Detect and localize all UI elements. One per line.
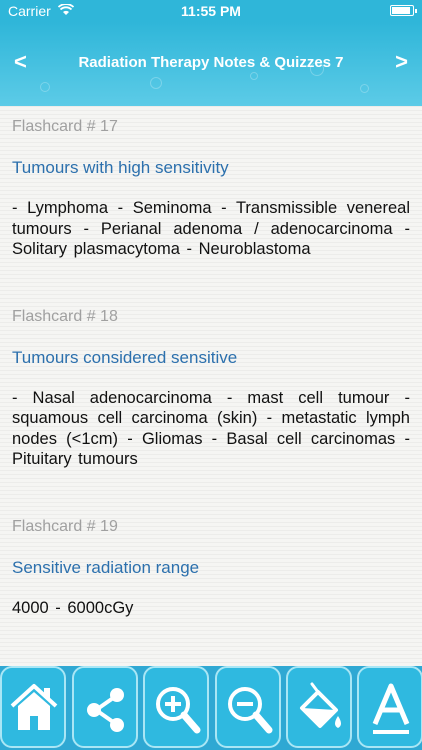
battery-icon — [390, 5, 417, 16]
paint-bucket-icon — [300, 682, 341, 728]
share-icon — [87, 688, 124, 732]
flashcard-heading: Tumours considered sensitive — [12, 347, 238, 367]
forward-button[interactable]: > — [395, 49, 408, 75]
flashcard: Flashcard # 18 Tumours considered sensit… — [0, 308, 422, 470]
theme-color-button[interactable] — [286, 666, 352, 748]
zoom-in-button[interactable] — [143, 666, 209, 748]
zoom-out-icon — [228, 687, 273, 734]
status-time: 11:55 PM — [181, 3, 241, 19]
flashcard-body: - Nasal adenocarcinoma - mast cell tumou… — [12, 388, 410, 469]
page-title: Radiation Therapy Notes & Quizzes 7 — [78, 54, 344, 71]
zoom-in-icon — [156, 687, 201, 734]
flashcard-body: 4000 - 6000cGy — [12, 598, 134, 617]
status-bar: Carrier 11:55 PM — [0, 0, 422, 22]
font-size-button[interactable] — [357, 666, 422, 748]
flashcard-number: Flashcard # 17 — [12, 118, 118, 135]
home-button[interactable] — [0, 666, 66, 748]
share-button[interactable] — [72, 666, 138, 748]
font-icon — [372, 683, 410, 734]
zoom-out-button[interactable] — [215, 666, 281, 748]
flashcard-number: Flashcard # 18 — [12, 307, 118, 325]
flashcard-list[interactable]: Flashcard # 17 Tumours with high sensiti… — [0, 106, 422, 666]
navigation-bar: < Radiation Therapy Notes & Quizzes 7 > — [0, 22, 422, 106]
flashcard: Flashcard # 17 Tumours with high sensiti… — [0, 118, 422, 260]
flashcard-heading: Tumours with high sensitivity — [12, 158, 229, 177]
bottom-toolbar — [0, 666, 422, 750]
flashcard-body: - Lymphoma - Seminoma - Transmissible ve… — [12, 199, 410, 258]
flashcard-number: Flashcard # 19 — [12, 517, 118, 535]
home-icon — [10, 684, 58, 730]
flashcard: Flashcard # 19 Sensitive radiation range… — [0, 518, 422, 619]
flashcard-heading: Sensitive radiation range — [12, 557, 200, 577]
